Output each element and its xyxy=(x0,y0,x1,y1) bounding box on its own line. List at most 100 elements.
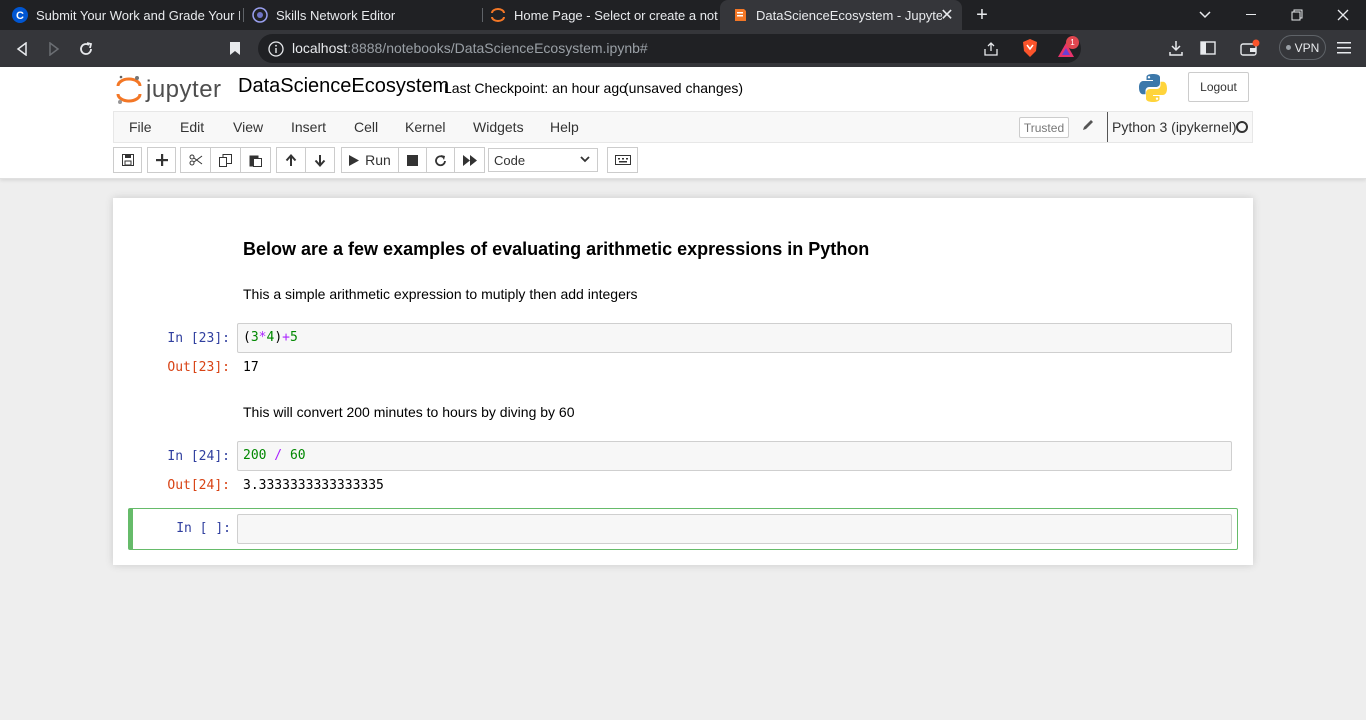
notebook-name[interactable]: DataScienceEcosystem xyxy=(238,75,449,98)
fast-forward-icon xyxy=(462,154,477,166)
code-cell-input[interactable]: 200 / 60 xyxy=(237,441,1232,471)
cell-output: 17 xyxy=(243,360,259,375)
code-token: / xyxy=(266,448,290,463)
jupyter-icon xyxy=(490,7,506,23)
menu-widgets[interactable]: Widgets xyxy=(473,112,524,142)
tab-skills-network[interactable]: Skills Network Editor xyxy=(240,0,480,30)
jupyter-logo-text: jupyter xyxy=(146,76,222,103)
code-token: 3 xyxy=(250,330,259,345)
tab-title: DataScienceEcosystem - Jupyter N xyxy=(756,7,942,23)
cell-output: 3.3333333333333335 xyxy=(243,478,384,493)
restore-icon[interactable] xyxy=(1274,0,1320,30)
stop-icon xyxy=(407,154,418,166)
run-label: Run xyxy=(365,152,391,168)
kernel-name[interactable]: Python 3 (ipykernel) xyxy=(1107,112,1237,142)
interrupt-button[interactable] xyxy=(398,147,427,173)
insert-cell-button[interactable] xyxy=(147,147,176,173)
arrow-down-icon xyxy=(314,154,326,167)
command-palette-button[interactable] xyxy=(607,147,638,173)
tab-search-icon[interactable] xyxy=(1182,0,1228,30)
tab-title: Skills Network Editor xyxy=(276,7,396,23)
logout-button[interactable]: Logout xyxy=(1188,72,1249,102)
site-info-icon[interactable] xyxy=(268,41,284,57)
checkpoint-status: Last Checkpoint: an hour ago xyxy=(444,80,627,96)
code-cell-input[interactable]: (3*4)+5 xyxy=(237,323,1232,353)
keyboard-icon xyxy=(614,155,631,165)
markdown-heading[interactable]: Below are a few examples of evaluating a… xyxy=(243,239,869,260)
cell-type-value: Code xyxy=(494,152,526,168)
run-button[interactable]: Run xyxy=(341,147,399,173)
menu-insert[interactable]: Insert xyxy=(291,112,326,142)
code-token: 200 xyxy=(243,448,267,463)
tab-datascience-ecosystem[interactable]: DataScienceEcosystem - Jupyter N ✕ xyxy=(720,0,962,30)
url-path: :8888/notebooks/DataScienceEcosystem.ipy… xyxy=(347,40,648,56)
notebook-icon xyxy=(732,7,748,23)
save-icon xyxy=(121,154,134,166)
move-down-button[interactable] xyxy=(305,147,335,173)
brave-rewards-icon[interactable]: 1 xyxy=(1054,36,1079,59)
url-text: localhost:8888/notebooks/DataScienceEcos… xyxy=(292,34,648,63)
arrow-up-icon xyxy=(285,153,297,166)
omnibox[interactable]: localhost:8888/notebooks/DataScienceEcos… xyxy=(258,34,1081,63)
bookmark-icon[interactable] xyxy=(228,40,242,56)
input-prompt: In [ ]: xyxy=(176,521,231,536)
brave-shield-icon[interactable] xyxy=(1020,38,1040,58)
menu-view[interactable]: View xyxy=(233,112,263,142)
browser-menu-icon[interactable] xyxy=(1336,38,1352,58)
menu-edit[interactable]: Edit xyxy=(180,112,204,142)
copy-button[interactable] xyxy=(210,147,241,173)
save-button[interactable] xyxy=(113,147,142,173)
coursera-icon: C xyxy=(12,7,28,23)
move-up-button[interactable] xyxy=(276,147,306,173)
trusted-indicator[interactable]: Trusted xyxy=(1019,117,1069,138)
minimize-icon[interactable] xyxy=(1228,0,1274,30)
cell-type-select[interactable]: Code xyxy=(488,148,598,172)
notebook-container: Below are a few examples of evaluating a… xyxy=(113,198,1253,565)
reload-icon[interactable] xyxy=(70,30,102,67)
selected-cell[interactable]: In [ ]: xyxy=(128,508,1238,550)
menu-help[interactable]: Help xyxy=(550,112,579,142)
markdown-text[interactable]: This will convert 200 minutes to hours b… xyxy=(243,404,575,420)
chevron-down-icon xyxy=(579,153,591,168)
paste-button[interactable] xyxy=(240,147,271,173)
new-tab-icon[interactable]: + xyxy=(972,4,992,26)
copy-icon xyxy=(219,153,232,167)
cut-button[interactable] xyxy=(180,147,211,173)
restart-run-all-button[interactable] xyxy=(454,147,485,173)
menu-cell[interactable]: Cell xyxy=(354,112,378,142)
code-cell-input[interactable] xyxy=(237,514,1232,544)
pencil-icon[interactable] xyxy=(1081,118,1099,136)
jupyter-logo[interactable]: jupyter xyxy=(116,73,222,107)
code-token: 60 xyxy=(289,448,306,463)
scissors-icon xyxy=(189,154,202,166)
back-icon[interactable] xyxy=(6,30,38,67)
forward-icon[interactable] xyxy=(38,30,70,67)
sidebar-icon[interactable] xyxy=(1198,38,1218,58)
skills-network-icon xyxy=(252,7,268,23)
vpn-button[interactable]: VPN xyxy=(1279,35,1326,60)
input-prompt: In [24]: xyxy=(167,449,230,464)
svg-text:C: C xyxy=(16,10,24,22)
vpn-label: VPN xyxy=(1294,40,1320,55)
share-icon[interactable] xyxy=(982,40,1000,58)
tab-coursera[interactable]: C Submit Your Work and Grade Your Pee xyxy=(0,0,240,30)
tab-title: Home Page - Select or create a notebo xyxy=(514,7,718,23)
python-logo-icon xyxy=(1137,72,1169,104)
autosave-status: (unsaved changes) xyxy=(624,80,744,96)
tab-jupyter-home[interactable]: Home Page - Select or create a notebo xyxy=(478,0,718,30)
browser-tab-bar: C Submit Your Work and Grade Your Pee Sk… xyxy=(0,0,1366,30)
menu-kernel[interactable]: Kernel xyxy=(405,112,445,142)
paste-icon xyxy=(249,155,262,167)
close-tab-icon[interactable]: ✕ xyxy=(938,6,956,24)
code-token: + xyxy=(282,330,290,345)
markdown-text[interactable]: This a simple arithmetic expression to m… xyxy=(243,286,638,302)
restart-icon xyxy=(435,154,446,166)
close-window-icon[interactable] xyxy=(1320,0,1366,30)
url-host: localhost xyxy=(292,40,348,56)
menu-file[interactable]: File xyxy=(129,112,152,142)
kernel-idle-indicator-icon xyxy=(1236,121,1248,133)
wallet-icon[interactable] xyxy=(1238,38,1262,58)
restart-button[interactable] xyxy=(426,147,455,173)
jupyter-logo-icon xyxy=(116,75,142,104)
download-icon[interactable] xyxy=(1166,38,1186,58)
